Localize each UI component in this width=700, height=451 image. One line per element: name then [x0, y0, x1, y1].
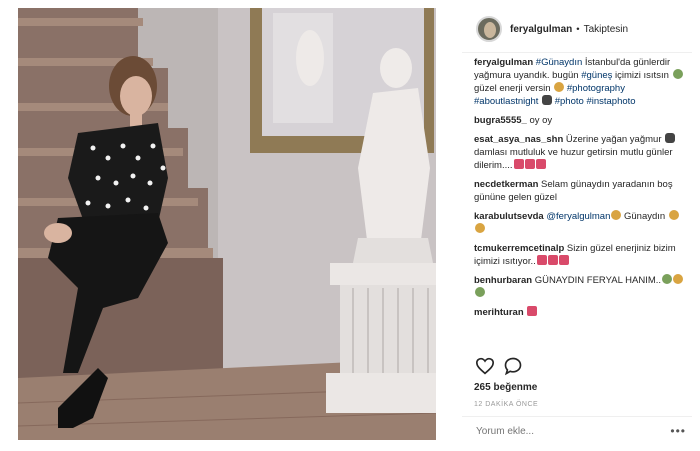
- comment-username[interactable]: esat_asya_nas_shn: [474, 134, 563, 145]
- avatar[interactable]: [476, 16, 502, 42]
- heart-icon: [475, 357, 495, 375]
- emoji-icon: [668, 210, 679, 220]
- header-separator: •: [576, 23, 580, 35]
- hashtag-link[interactable]: #photo: [555, 96, 584, 107]
- emoji-icon: [662, 274, 673, 284]
- emoji-icon: [611, 210, 622, 220]
- hashtag-link[interactable]: #güneş: [581, 70, 612, 81]
- emoji-icon: [558, 255, 569, 265]
- emoji-icon: [665, 133, 676, 143]
- emoji-icon: [554, 82, 565, 92]
- emoji-icon: [513, 159, 524, 169]
- comment-text: GÜNAYDIN FERYAL HANIM..: [532, 275, 662, 286]
- header-username[interactable]: feryalgulman: [510, 24, 572, 35]
- comment-item: tcmukerremcetinalp Sizin güzel enerjiniz…: [474, 242, 688, 268]
- emoji-icon: [672, 69, 683, 79]
- emoji-icon: [673, 274, 684, 284]
- comment-username[interactable]: benhurbaran: [474, 275, 532, 286]
- comment-text: damlası mutluluk ve huzur getirsin mutlu…: [474, 147, 673, 171]
- follow-status[interactable]: Takiptesin: [584, 24, 628, 35]
- post-actions: [474, 354, 530, 378]
- comment-button[interactable]: [502, 355, 524, 377]
- hashtag-link[interactable]: #instaphoto: [586, 96, 635, 107]
- post-time[interactable]: 12 DAKİKA ÖNCE: [474, 401, 538, 408]
- comment-item: bugra5555_ oy oy: [474, 114, 688, 127]
- comment-username[interactable]: bugra5555_: [474, 115, 527, 126]
- comments-list: feryalgulman #Günaydın İstanbul'da günle…: [474, 56, 688, 356]
- hashtag-link[interactable]: #photography: [567, 83, 625, 94]
- comment-item: esat_asya_nas_shn Üzerine yağan yağmur d…: [474, 133, 688, 172]
- emoji-icon: [527, 306, 538, 316]
- instagram-post: feryalgulman • Takiptesin feryalgulman #…: [0, 0, 700, 451]
- comment-text: [524, 307, 527, 318]
- post-image: [18, 8, 436, 440]
- post-header: feryalgulman • Takiptesin: [462, 12, 692, 46]
- comment-item: merihturan: [474, 306, 688, 319]
- hashtag-link[interactable]: #aboutlastnight: [474, 96, 538, 107]
- comment-username[interactable]: tcmukerremcetinalp: [474, 243, 564, 254]
- comment-item: necdetkerman Selam günaydın yaradanın bo…: [474, 178, 688, 204]
- add-comment-input[interactable]: [474, 424, 658, 438]
- comment-username[interactable]: karabulutsevda: [474, 211, 544, 222]
- post-side-panel: feryalgulman • Takiptesin feryalgulman #…: [462, 8, 692, 444]
- emoji-icon: [475, 287, 485, 297]
- comment-username[interactable]: merihturan: [474, 307, 524, 318]
- add-comment-bar: •••: [462, 416, 692, 445]
- emoji-icon: [536, 255, 547, 265]
- caption-text-segment: içimizi ısıtsın: [612, 70, 672, 81]
- post-photo[interactable]: [18, 8, 436, 440]
- comment-item: benhurbaran GÜNAYDIN FERYAL HANIM..: [474, 274, 688, 300]
- emoji-icon: [542, 95, 553, 105]
- more-options-icon[interactable]: •••: [670, 424, 686, 438]
- caption-text-segment: güzel enerji versin: [474, 83, 554, 94]
- caption-username[interactable]: feryalgulman: [474, 57, 533, 68]
- likes-count[interactable]: 265 beğenme: [474, 382, 537, 393]
- emoji-icon: [547, 255, 558, 265]
- hashtag-link[interactable]: #Günaydın: [536, 57, 582, 68]
- emoji-icon: [524, 159, 535, 169]
- comment-username[interactable]: necdetkerman: [474, 179, 538, 190]
- comment-bubble-icon: [504, 357, 522, 376]
- comment-text: Üzerine yağan yağmur: [563, 134, 665, 145]
- caption-text-segment: [538, 96, 541, 107]
- emoji-icon: [535, 159, 546, 169]
- caption: feryalgulman #Günaydın İstanbul'da günle…: [474, 56, 688, 108]
- comment-text: oy oy: [526, 115, 553, 126]
- comment-item: karabulutsevda @feryalgulman Günaydın: [474, 210, 688, 236]
- mention-link[interactable]: @feryalgulman: [544, 211, 610, 222]
- like-button[interactable]: [474, 355, 496, 377]
- comment-text: Günaydın: [621, 211, 668, 222]
- emoji-icon: [475, 223, 485, 233]
- header-divider: [462, 52, 692, 53]
